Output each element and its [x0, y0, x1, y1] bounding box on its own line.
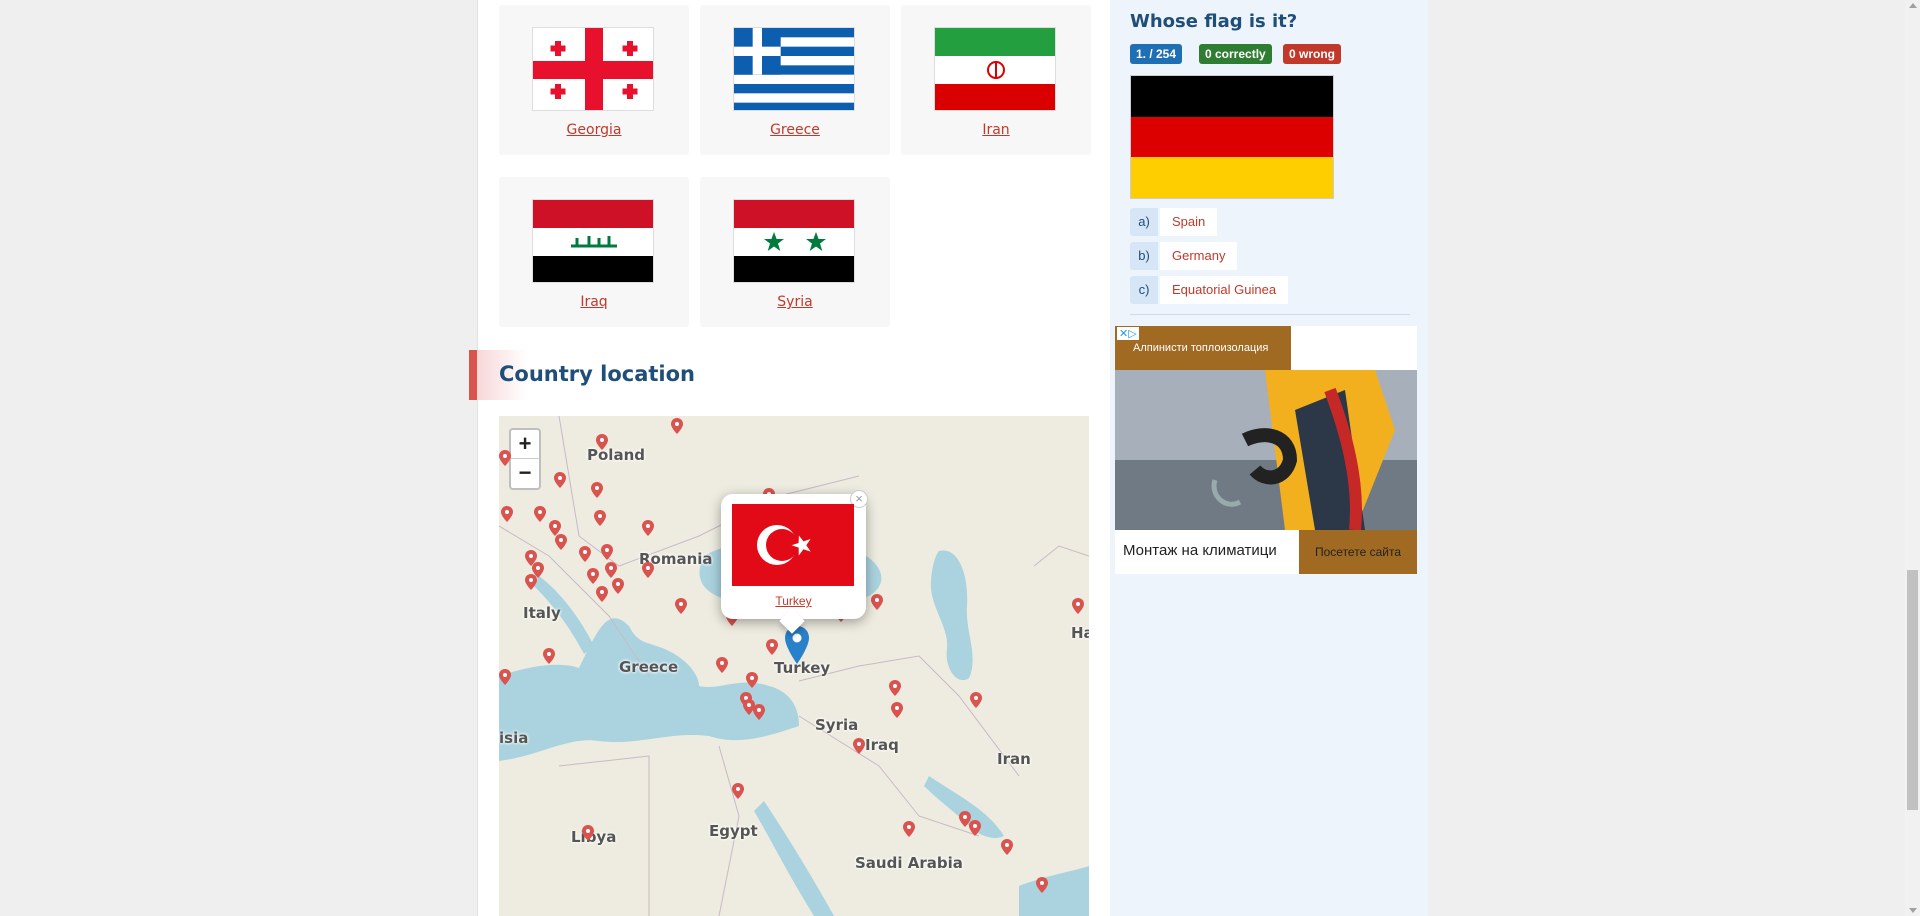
location-marker[interactable] [499, 669, 511, 685]
georgia-flag [532, 27, 654, 111]
location-marker[interactable] [525, 574, 537, 590]
location-marker[interactable] [766, 639, 778, 655]
advertisement[interactable]: Алпинисти топлоизолация ✕▷ Монтаж на кли… [1115, 326, 1417, 574]
iraq-flag [532, 199, 654, 283]
ad-cta-button[interactable]: Посетете сайта [1299, 530, 1417, 574]
location-marker[interactable] [612, 578, 624, 594]
neighbor-card-syria[interactable]: Syria [700, 177, 890, 327]
answer-letter: b) [1130, 242, 1158, 270]
ad-headline: Алпинисти топлоизолация [1133, 342, 1269, 354]
neighbor-link-iran[interactable]: Iran [901, 122, 1091, 138]
correct-badge: 0 correctly [1199, 44, 1272, 64]
map-label-saudi-arabia: Saudi Arabia [855, 854, 963, 872]
location-marker[interactable] [582, 825, 594, 841]
map-zoom-control: + − [509, 428, 541, 490]
location-marker[interactable] [732, 783, 744, 799]
location-marker[interactable] [596, 586, 608, 602]
ad-image[interactable] [1115, 370, 1417, 530]
scroll-down-icon[interactable] [1909, 908, 1917, 913]
selected-country-marker[interactable] [785, 626, 809, 664]
page-scrollbar[interactable] [1905, 0, 1920, 916]
neighbor-card-iraq[interactable]: Iraq [499, 177, 689, 327]
ad-body-text: Монтаж на климатици [1123, 542, 1277, 559]
answer-text[interactable]: Spain [1160, 208, 1218, 236]
location-marker[interactable] [746, 672, 758, 688]
map-label-partial-east: Ha [1071, 624, 1089, 642]
location-marker[interactable] [1001, 839, 1013, 855]
location-marker[interactable] [753, 704, 765, 720]
scroll-thumb[interactable] [1907, 570, 1918, 810]
map-label-syria: Syria [815, 716, 859, 734]
location-marker[interactable] [970, 692, 982, 708]
location-marker[interactable] [594, 510, 606, 526]
answer-letter: a) [1130, 208, 1158, 236]
ad-header: Алпинисти топлоизолация [1115, 326, 1291, 370]
location-marker[interactable] [605, 562, 617, 578]
country-map[interactable]: + − Poland Romania Italy Greece Turkey S… [499, 416, 1089, 916]
location-marker[interactable] [587, 568, 599, 584]
scroll-up-icon[interactable] [1909, 3, 1917, 8]
location-marker[interactable] [1036, 877, 1048, 893]
location-marker[interactable] [499, 450, 511, 466]
map-label-iraq: Iraq [865, 736, 899, 754]
location-marker[interactable] [903, 821, 915, 837]
location-marker[interactable] [642, 562, 654, 578]
map-label-egypt: Egypt [709, 822, 758, 840]
neighbor-link-iraq[interactable]: Iraq [499, 294, 689, 310]
neighbor-card-georgia[interactable]: Georgia [499, 5, 689, 155]
progress-badge: 1. / 254 [1130, 44, 1183, 64]
map-label-tunisia: isia [499, 729, 529, 747]
country-location-heading: Country location [469, 350, 695, 400]
popup-country-link[interactable]: Turkey [721, 594, 866, 608]
syria-flag [733, 199, 855, 283]
location-marker[interactable] [555, 534, 567, 550]
location-marker[interactable] [716, 657, 728, 673]
content-page: Georgia Greece Iran Iraq Syria Country l… [469, 0, 1428, 916]
sidebar-divider [1130, 314, 1410, 315]
location-marker[interactable] [969, 820, 981, 836]
location-marker[interactable] [534, 506, 546, 522]
iran-flag [934, 27, 1056, 111]
location-marker[interactable] [1072, 598, 1084, 614]
section-title: Country location [499, 362, 695, 386]
location-marker[interactable] [543, 648, 555, 664]
quiz-flag-germany [1130, 75, 1334, 199]
location-marker[interactable] [891, 702, 903, 718]
location-marker[interactable] [853, 738, 865, 754]
location-marker[interactable] [591, 482, 603, 498]
location-marker[interactable] [601, 544, 613, 560]
zoom-in-button[interactable]: + [511, 430, 539, 459]
answer-letter: c) [1130, 276, 1158, 304]
location-marker[interactable] [671, 418, 683, 434]
ad-choices-icon[interactable]: ✕▷ [1117, 327, 1139, 340]
location-marker[interactable] [889, 680, 901, 696]
location-marker[interactable] [675, 598, 687, 614]
location-marker[interactable] [871, 594, 883, 610]
map-label-greece: Greece [619, 658, 679, 676]
wrong-badge: 0 wrong [1283, 44, 1342, 64]
greece-flag [733, 27, 855, 111]
location-marker[interactable] [554, 472, 566, 488]
quiz-title: Whose flag is it? [1130, 11, 1298, 32]
location-marker[interactable] [501, 506, 513, 522]
country-popup: × Turkey [721, 490, 868, 634]
map-label-iran: Iran [997, 750, 1031, 768]
location-marker[interactable] [579, 546, 591, 562]
answer-text[interactable]: Germany [1160, 242, 1238, 270]
location-marker[interactable] [642, 520, 654, 536]
location-marker[interactable] [596, 434, 608, 450]
answer-text[interactable]: Equatorial Guinea [1160, 276, 1289, 304]
quiz-sidebar: Whose flag is it? 1. / 254 0 correctly 0… [1110, 0, 1428, 916]
heading-accent-bar [469, 350, 477, 400]
neighbor-link-georgia[interactable]: Georgia [499, 122, 689, 138]
neighbor-card-greece[interactable]: Greece [700, 5, 890, 155]
zoom-out-button[interactable]: − [511, 459, 539, 488]
neighbor-link-syria[interactable]: Syria [700, 294, 890, 310]
map-label-italy: Italy [523, 604, 561, 622]
neighbor-link-greece[interactable]: Greece [700, 122, 890, 138]
neighbor-card-iran[interactable]: Iran [901, 5, 1091, 155]
turkey-flag [732, 504, 854, 586]
